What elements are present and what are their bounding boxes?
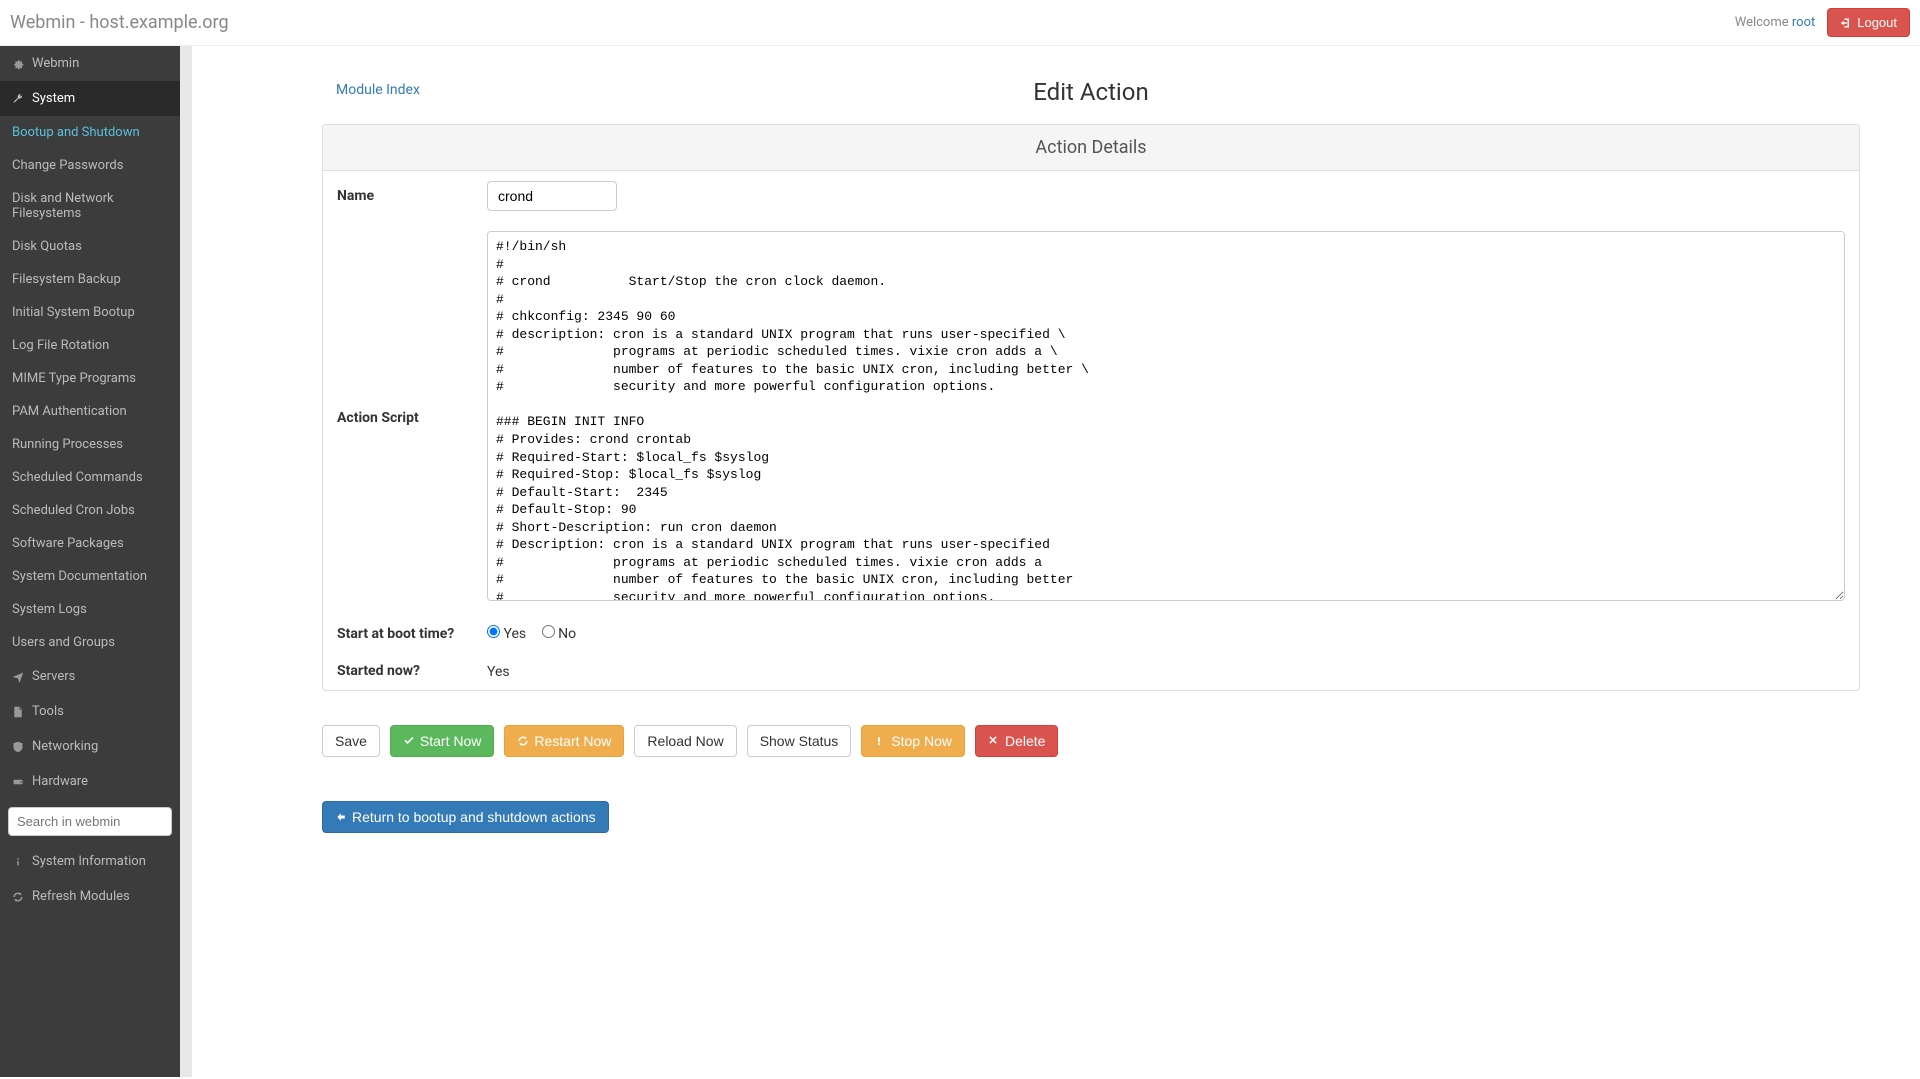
sidebar-item-bootup-shutdown[interactable]: Bootup and Shutdown (0, 116, 180, 149)
sidebar-item-change-passwords[interactable]: Change Passwords (0, 149, 180, 182)
sidebar-item-pam-auth[interactable]: PAM Authentication (0, 395, 180, 428)
show-status-button[interactable]: Show Status (747, 725, 852, 757)
logout-icon (1840, 17, 1852, 29)
started-now-label: Started now? (337, 662, 487, 680)
sidebar-cat-hardware[interactable]: Hardware (0, 764, 180, 799)
file-icon (12, 706, 24, 718)
boot-no-radio[interactable] (542, 625, 555, 638)
sidebar-item-mime-programs[interactable]: MIME Type Programs (0, 362, 180, 395)
sidebar-item-initial-bootup[interactable]: Initial System Bootup (0, 296, 180, 329)
sidebar: Webmin System Bootup and Shutdown Change… (0, 46, 180, 1077)
reload-now-button[interactable]: Reload Now (634, 725, 736, 757)
sidebar-item-scheduled-cron[interactable]: Scheduled Cron Jobs (0, 494, 180, 527)
page-title: Edit Action (322, 78, 1860, 106)
user-link[interactable]: root (1792, 15, 1815, 30)
sidebar-item-scheduled-commands[interactable]: Scheduled Commands (0, 461, 180, 494)
sidebar-cat-tools[interactable]: Tools (0, 694, 180, 729)
sidebar-item-users-groups[interactable]: Users and Groups (0, 626, 180, 659)
app-title: Webmin - host.example.org (10, 12, 229, 33)
module-index-link[interactable]: Module Index (336, 82, 420, 98)
action-details-panel: Action Details Name Action Script Start … (322, 124, 1860, 691)
sidebar-scrollbar[interactable] (180, 46, 192, 1077)
refresh-icon (12, 891, 24, 903)
sidebar-cat-networking[interactable]: Networking (0, 729, 180, 764)
save-button[interactable]: Save (322, 725, 380, 757)
close-icon (988, 735, 1000, 747)
sidebar-item-filesystem-backup[interactable]: Filesystem Backup (0, 263, 180, 296)
sidebar-refresh-modules[interactable]: Refresh Modules (0, 879, 180, 914)
sidebar-item-running-processes[interactable]: Running Processes (0, 428, 180, 461)
hdd-icon (12, 776, 24, 788)
sidebar-item-log-rotation[interactable]: Log File Rotation (0, 329, 180, 362)
delete-button[interactable]: Delete (975, 725, 1058, 757)
start-now-button[interactable]: Start Now (390, 725, 494, 757)
sidebar-cat-webmin[interactable]: Webmin (0, 46, 180, 81)
exclaim-icon (874, 735, 886, 747)
logout-button[interactable]: Logout (1827, 8, 1910, 37)
main-content: Module Index Edit Action Action Details … (192, 46, 1920, 1077)
topbar: Webmin - host.example.org Welcome root L… (0, 0, 1920, 46)
boot-yes-radio[interactable] (487, 625, 500, 638)
boot-yes-option[interactable]: Yes (487, 626, 526, 642)
name-label: Name (337, 181, 487, 211)
action-script-textarea[interactable] (487, 231, 1845, 601)
sidebar-cat-system[interactable]: System (0, 81, 180, 116)
name-input[interactable] (487, 181, 617, 211)
boot-no-option[interactable]: No (542, 626, 576, 642)
search-input[interactable] (8, 807, 172, 836)
script-label: Action Script (337, 410, 487, 426)
panel-title: Action Details (323, 125, 1859, 171)
refresh-icon (517, 735, 529, 747)
topbar-right: Welcome root Logout (1735, 8, 1910, 37)
start-boot-label: Start at boot time? (337, 625, 487, 642)
info-icon (12, 856, 24, 868)
action-buttons-row: Save Start Now Restart Now Reload Now Sh… (322, 711, 1860, 771)
sidebar-item-disk-quotas[interactable]: Disk Quotas (0, 230, 180, 263)
shield-icon (12, 741, 24, 753)
return-link-button[interactable]: Return to bootup and shutdown actions (322, 801, 609, 833)
started-now-value: Yes (487, 662, 1845, 680)
welcome-text: Welcome root (1735, 15, 1816, 30)
sidebar-item-disk-network-fs[interactable]: Disk and Network Filesystems (0, 182, 180, 230)
sidebar-search (0, 799, 180, 844)
restart-now-button[interactable]: Restart Now (504, 725, 624, 757)
sidebar-system-info[interactable]: System Information (0, 844, 180, 879)
wrench-icon (12, 93, 24, 105)
arrow-left-icon (335, 811, 347, 823)
send-icon (12, 671, 24, 683)
page-header: Module Index Edit Action (322, 66, 1860, 124)
gear-icon (12, 58, 24, 70)
sidebar-item-system-docs[interactable]: System Documentation (0, 560, 180, 593)
sidebar-item-system-logs[interactable]: System Logs (0, 593, 180, 626)
stop-now-button[interactable]: Stop Now (861, 725, 965, 757)
check-icon (403, 735, 415, 747)
sidebar-cat-servers[interactable]: Servers (0, 659, 180, 694)
sidebar-item-software-packages[interactable]: Software Packages (0, 527, 180, 560)
